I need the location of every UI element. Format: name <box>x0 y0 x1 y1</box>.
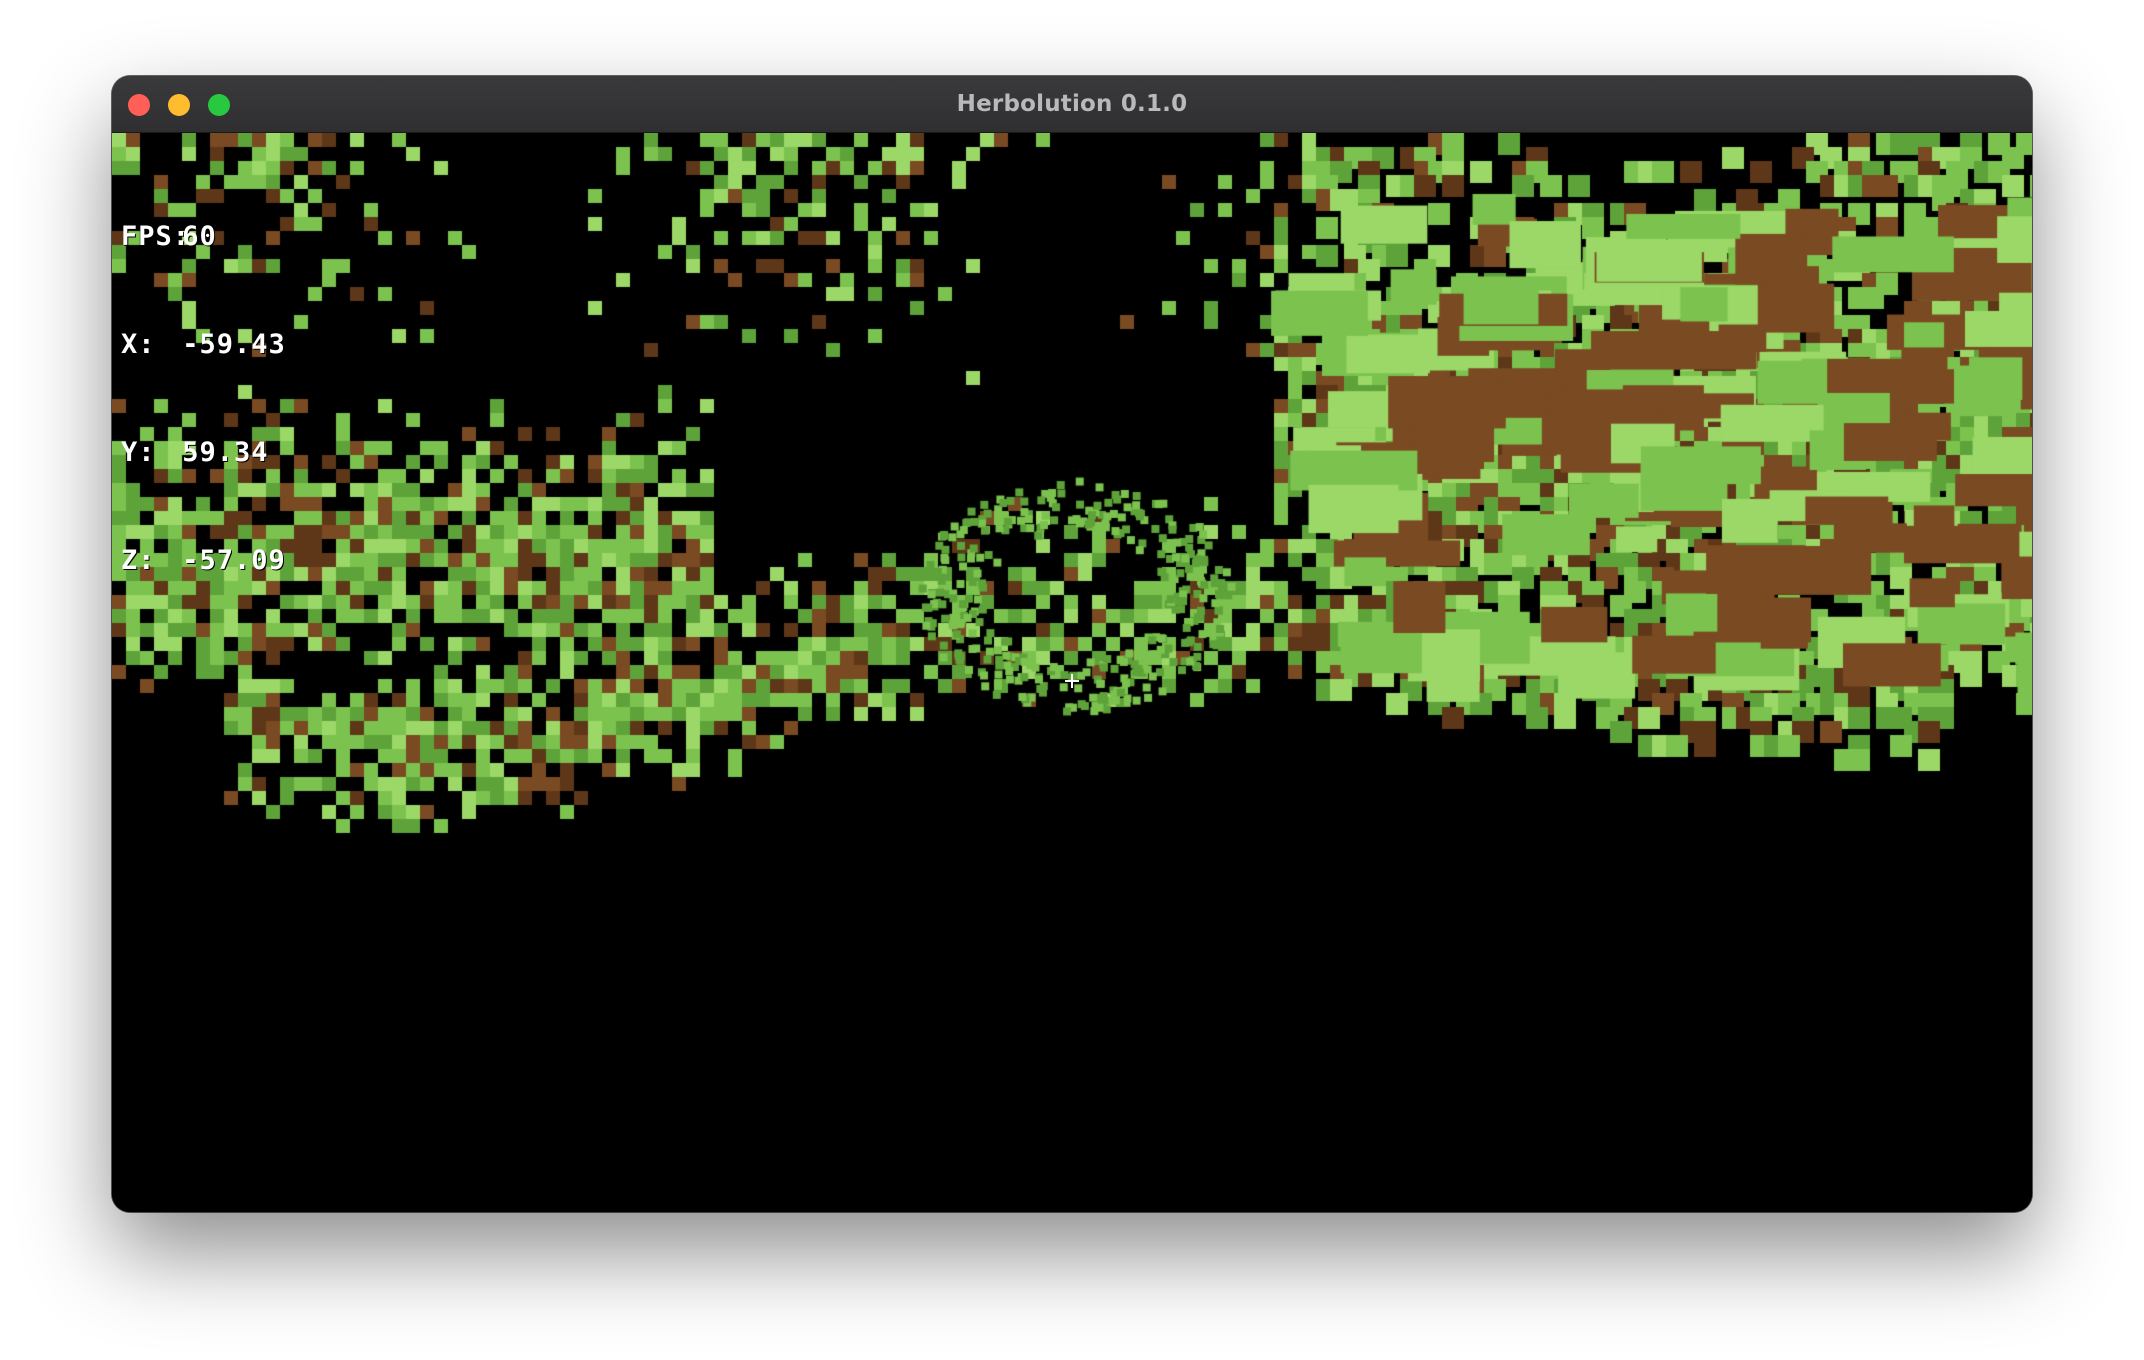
window-title: Herbolution 0.1.0 <box>956 91 1188 117</box>
game-viewport[interactable]: FPS: 60 X: -59.43 Y: 59.34 Z: -57.09 <box>112 133 2032 1212</box>
x-value: -59.43 <box>182 329 286 360</box>
title-bar[interactable]: Herbolution 0.1.0 <box>112 76 2032 133</box>
app-window: Herbolution 0.1.0 FPS: 60 X: -59.43 Y: 5… <box>112 76 2032 1212</box>
fps-readout: FPS: 60 <box>121 219 286 255</box>
y-coordinate-readout: Y: 59.34 <box>121 435 286 471</box>
debug-hud: FPS: 60 X: -59.43 Y: 59.34 Z: -57.09 <box>121 147 286 651</box>
x-label: X: <box>121 329 156 360</box>
crosshair-icon <box>1065 674 1079 688</box>
fps-label: FPS: <box>121 221 191 252</box>
fps-value: 60 <box>182 221 217 252</box>
z-value: -57.09 <box>182 545 286 576</box>
x-coordinate-readout: X: -59.43 <box>121 327 286 363</box>
z-label: Z: <box>121 545 156 576</box>
y-value: 59.34 <box>182 437 269 468</box>
voxel-terrain-render[interactable] <box>112 133 2032 1212</box>
z-coordinate-readout: Z: -57.09 <box>121 543 286 579</box>
y-label: Y: <box>121 437 156 468</box>
